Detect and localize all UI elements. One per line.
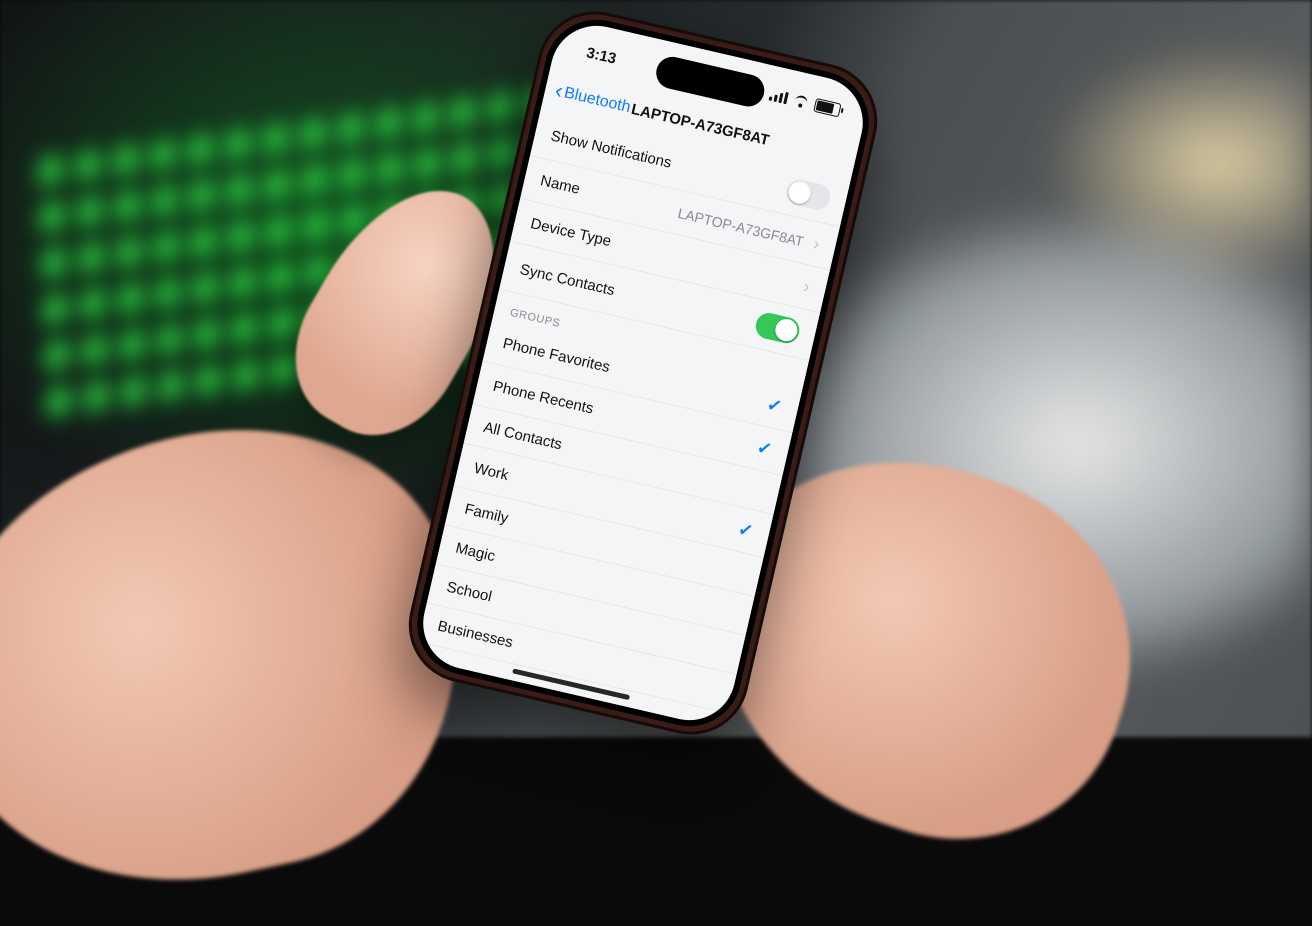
group-label: School [445, 579, 494, 606]
checkmark-icon: ✓ [736, 519, 755, 543]
battery-icon [813, 98, 841, 117]
chevron-right-icon: › [811, 233, 821, 254]
back-label: Bluetooth [562, 84, 632, 117]
row-value [796, 278, 800, 294]
row-label: Sync Contacts [518, 260, 616, 298]
row-label: Device Type [529, 215, 613, 250]
chevron-right-icon: › [801, 276, 811, 297]
group-label: Family [463, 501, 510, 528]
row-label: Name [539, 172, 582, 198]
cellular-icon [769, 89, 789, 105]
group-label: Magic [454, 540, 497, 566]
toggle-show-notifications[interactable] [784, 177, 833, 212]
group-label: Businesses [436, 618, 515, 652]
group-label: Work [472, 460, 510, 484]
checkmark-icon: ✓ [765, 394, 784, 418]
group-label: All Contacts [482, 419, 564, 454]
status-time: 3:13 [585, 44, 618, 67]
wifi-icon [792, 94, 810, 109]
checkmark-icon: ✓ [755, 437, 774, 461]
toggle-sync-contacts[interactable] [753, 310, 802, 345]
back-button[interactable]: ‹ Bluetooth [553, 82, 632, 117]
chevron-left-icon: ‹ [555, 90, 562, 92]
